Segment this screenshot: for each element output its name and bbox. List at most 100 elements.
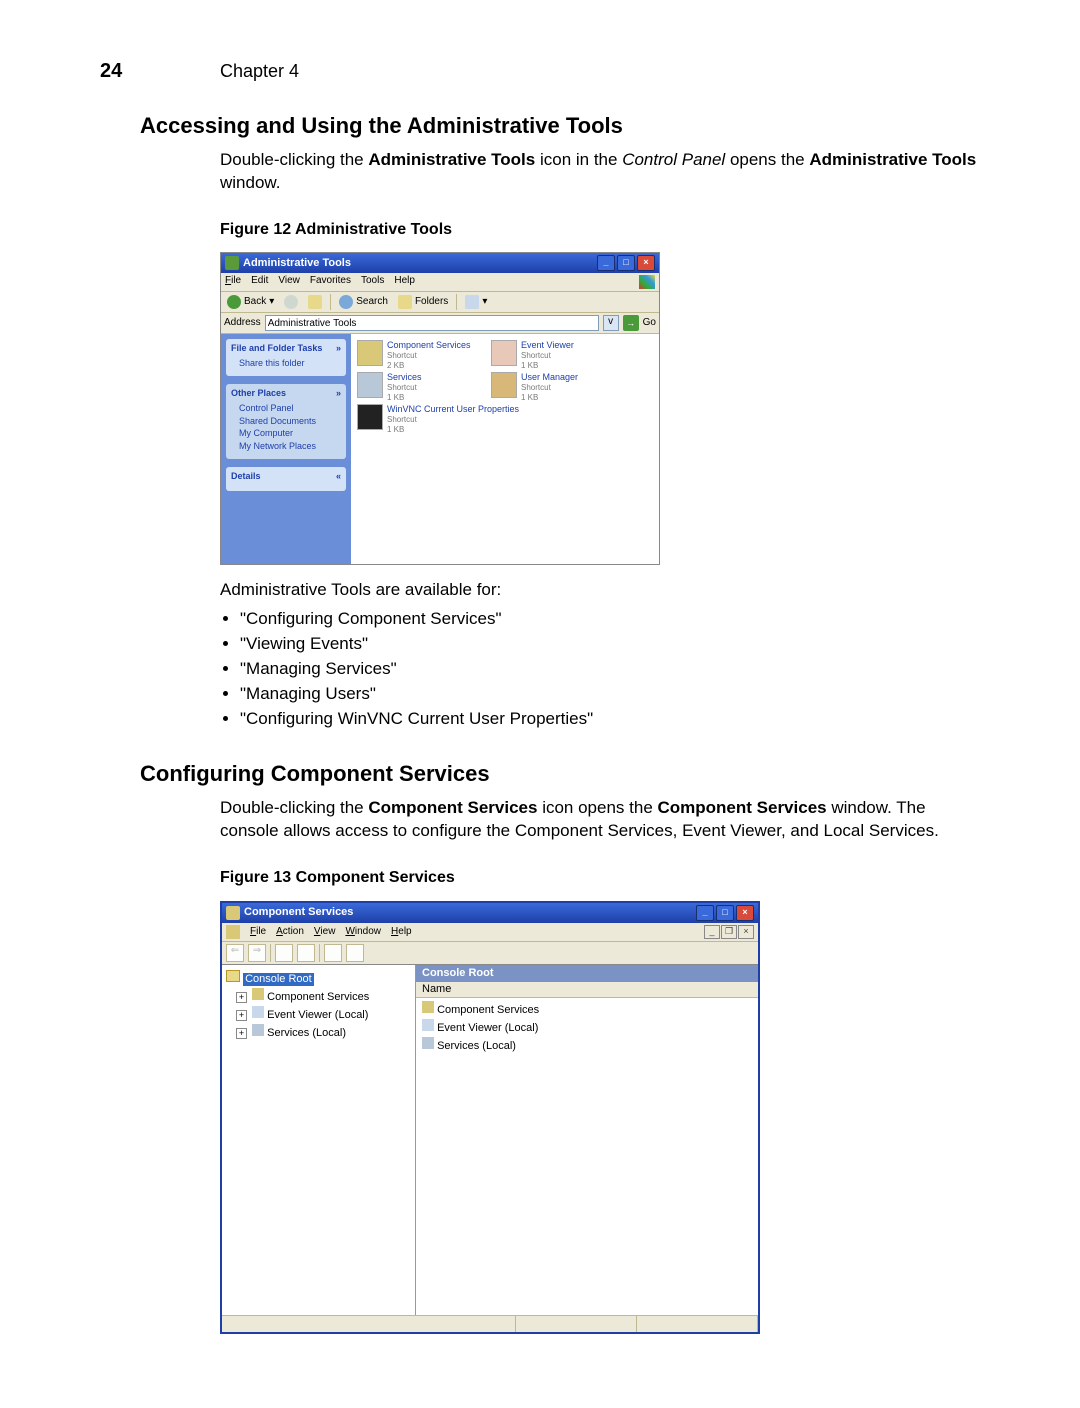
task-share-folder[interactable]: Share this folder: [231, 357, 341, 370]
text-bold: Administrative Tools: [368, 150, 535, 169]
folder-icon: [226, 970, 240, 982]
menu-action[interactable]: Action: [276, 926, 304, 938]
menu-favorites[interactable]: Favorites: [310, 275, 351, 289]
close-button[interactable]: ×: [637, 255, 655, 271]
close-button[interactable]: ×: [736, 905, 754, 921]
mmc-toolbar: ⇐ ⇒: [222, 942, 758, 965]
shortcut-user-manager[interactable]: User Manager Shortcut 1 KB: [491, 372, 621, 402]
menu-bar: File Edit View Favorites Tools Help: [221, 273, 659, 292]
services-icon: [422, 1037, 434, 1049]
back-button[interactable]: Back ▾: [225, 294, 276, 310]
menu-tools[interactable]: Tools: [361, 275, 384, 289]
expand-icon[interactable]: +: [236, 992, 247, 1003]
list-item: "Managing Services": [240, 658, 980, 681]
refresh-icon[interactable]: [324, 944, 342, 962]
address-input[interactable]: [265, 315, 599, 331]
list-lead: Administrative Tools are available for:: [220, 579, 980, 602]
mdi-minimize-button[interactable]: _: [704, 925, 720, 939]
component-services-icon: [252, 988, 264, 1000]
link-my-network-places[interactable]: My Network Places: [231, 440, 341, 453]
up-button[interactable]: [306, 294, 324, 310]
console-tree[interactable]: Console Root + Component Services + Even…: [222, 965, 416, 1315]
menu-file[interactable]: File: [250, 926, 266, 938]
text: icon in the: [535, 150, 622, 169]
window-title: Administrative Tools: [243, 257, 351, 270]
window-titlebar[interactable]: Component Services _ □ ×: [222, 903, 758, 923]
mdi-close-button[interactable]: ×: [738, 925, 754, 939]
list-item-event-viewer[interactable]: Event Viewer (Local): [422, 1018, 752, 1036]
mdi-restore-button[interactable]: ❐: [721, 925, 737, 939]
minimize-button[interactable]: _: [597, 255, 615, 271]
expand-icon[interactable]: «: [336, 471, 341, 482]
shortcut-event-viewer[interactable]: Event Viewer Shortcut 1 KB: [491, 340, 621, 370]
collapse-icon[interactable]: »: [336, 388, 341, 399]
event-viewer-icon: [252, 1006, 264, 1018]
text: Double-clicking the: [220, 150, 368, 169]
list-item: "Managing Users": [240, 683, 980, 706]
tree-node-event-viewer[interactable]: + Event Viewer (Local): [226, 1005, 411, 1023]
nav-forward-icon[interactable]: ⇒: [248, 944, 266, 962]
user-manager-icon: [491, 372, 517, 398]
tree-node-services[interactable]: + Services (Local): [226, 1023, 411, 1041]
shortcut-winvnc-properties[interactable]: WinVNC Current User Properties Shortcut …: [357, 404, 537, 434]
app-icon: [225, 256, 239, 270]
collapse-icon[interactable]: »: [336, 343, 341, 354]
tree-label: Event Viewer (Local): [267, 1009, 368, 1021]
folders-button[interactable]: Folders: [396, 294, 450, 310]
menu-window[interactable]: Window: [345, 926, 381, 938]
views-button[interactable]: ▾: [463, 294, 489, 310]
tree-root-node[interactable]: Console Root: [226, 969, 411, 987]
figure-caption-12: Figure 12 Administrative Tools: [220, 219, 980, 241]
text: window.: [220, 173, 280, 192]
menu-file[interactable]: File: [225, 275, 241, 289]
menu-view[interactable]: View: [314, 926, 336, 938]
export-list-icon[interactable]: [297, 944, 315, 962]
maximize-button[interactable]: □: [617, 255, 635, 271]
nav-back-icon[interactable]: ⇐: [226, 944, 244, 962]
folder-contents[interactable]: Component Services Shortcut 2 KB Event V…: [351, 334, 659, 564]
search-button[interactable]: Search: [337, 294, 390, 310]
maximize-button[interactable]: □: [716, 905, 734, 921]
menu-view[interactable]: View: [278, 275, 300, 289]
tree-root-label: Console Root: [243, 973, 314, 986]
address-dropdown[interactable]: v: [603, 315, 619, 331]
list-item-label: Event Viewer (Local): [437, 1022, 538, 1034]
list-item-component-services[interactable]: Component Services: [422, 1000, 752, 1018]
side-group-header[interactable]: Other Places: [231, 388, 286, 399]
column-header-name[interactable]: Name: [416, 982, 758, 998]
menu-edit[interactable]: Edit: [251, 275, 268, 289]
side-group-other-places: Other Places » Control Panel Shared Docum…: [226, 384, 346, 459]
forward-button[interactable]: [282, 294, 300, 310]
go-button[interactable]: →: [623, 315, 639, 331]
expand-icon[interactable]: +: [236, 1010, 247, 1021]
search-icon: [339, 295, 353, 309]
help-icon[interactable]: [346, 944, 364, 962]
tree-node-component-services[interactable]: + Component Services: [226, 987, 411, 1005]
properties-icon[interactable]: [275, 944, 293, 962]
link-shared-documents[interactable]: Shared Documents: [231, 415, 341, 428]
side-group-file-tasks: File and Folder Tasks » Share this folder: [226, 339, 346, 376]
shortcut-component-services[interactable]: Component Services Shortcut 2 KB: [357, 340, 487, 370]
link-control-panel[interactable]: Control Panel: [231, 402, 341, 415]
screenshot-admin-tools: Administrative Tools _ □ × File Edit Vie…: [220, 252, 660, 565]
intro-paragraph-2: Double-clicking the Component Services i…: [220, 797, 980, 843]
shortcut-services[interactable]: Services Shortcut 1 KB: [357, 372, 487, 402]
menu-help[interactable]: Help: [391, 926, 412, 938]
event-viewer-icon: [491, 340, 517, 366]
page-number: 24: [100, 60, 220, 83]
app-icon: [226, 906, 240, 920]
side-group-header[interactable]: Details: [231, 471, 261, 482]
system-menu-icon[interactable]: [226, 925, 240, 939]
minimize-button[interactable]: _: [696, 905, 714, 921]
text: icon opens the: [537, 798, 657, 817]
side-group-header[interactable]: File and Folder Tasks: [231, 343, 322, 354]
status-bar: [222, 1315, 758, 1332]
list-item-services[interactable]: Services (Local): [422, 1036, 752, 1054]
menu-help[interactable]: Help: [394, 275, 415, 289]
window-titlebar[interactable]: Administrative Tools _ □ ×: [221, 253, 659, 273]
section-heading-1: Accessing and Using the Administrative T…: [140, 113, 980, 139]
expand-icon[interactable]: +: [236, 1028, 247, 1039]
link-my-computer[interactable]: My Computer: [231, 427, 341, 440]
side-group-details: Details «: [226, 467, 346, 491]
screenshot-component-services: Component Services _ □ × File Action Vie…: [220, 901, 760, 1334]
